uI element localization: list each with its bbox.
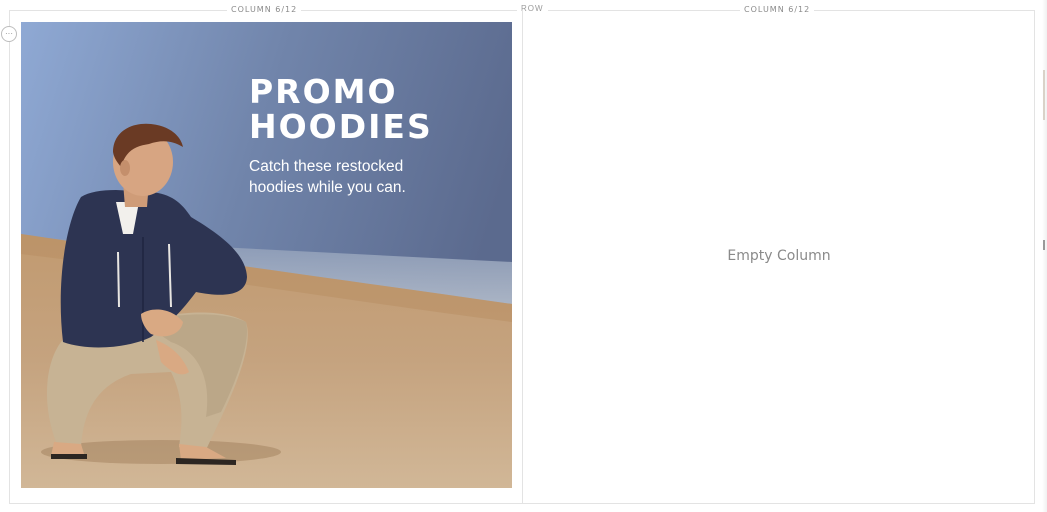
- promo-title: PROMO HOODIES: [249, 74, 489, 144]
- promo-subtitle-line-2: hoodies while you can.: [249, 179, 406, 196]
- edge-tick: [1043, 240, 1045, 250]
- column-right-label: COLUMN 6/12: [740, 5, 815, 15]
- empty-column-text: Empty Column: [727, 248, 831, 264]
- promo-title-line-1: PROMO: [249, 72, 398, 111]
- column-left-label: COLUMN 6/12: [227, 5, 302, 15]
- promo-banner[interactable]: PROMO HOODIES Catch these restocked hood…: [21, 22, 512, 488]
- promo-subtitle-line-1: Catch these restocked: [249, 158, 404, 175]
- ellipsis-icon[interactable]: ···: [1, 26, 17, 42]
- column-right[interactable]: COLUMN 6/12 Empty Column: [523, 5, 1035, 504]
- promo-subtitle: Catch these restocked hoodies while you …: [249, 156, 449, 198]
- edge-mark: [1043, 70, 1045, 120]
- promo-title-line-2: HOODIES: [249, 107, 433, 146]
